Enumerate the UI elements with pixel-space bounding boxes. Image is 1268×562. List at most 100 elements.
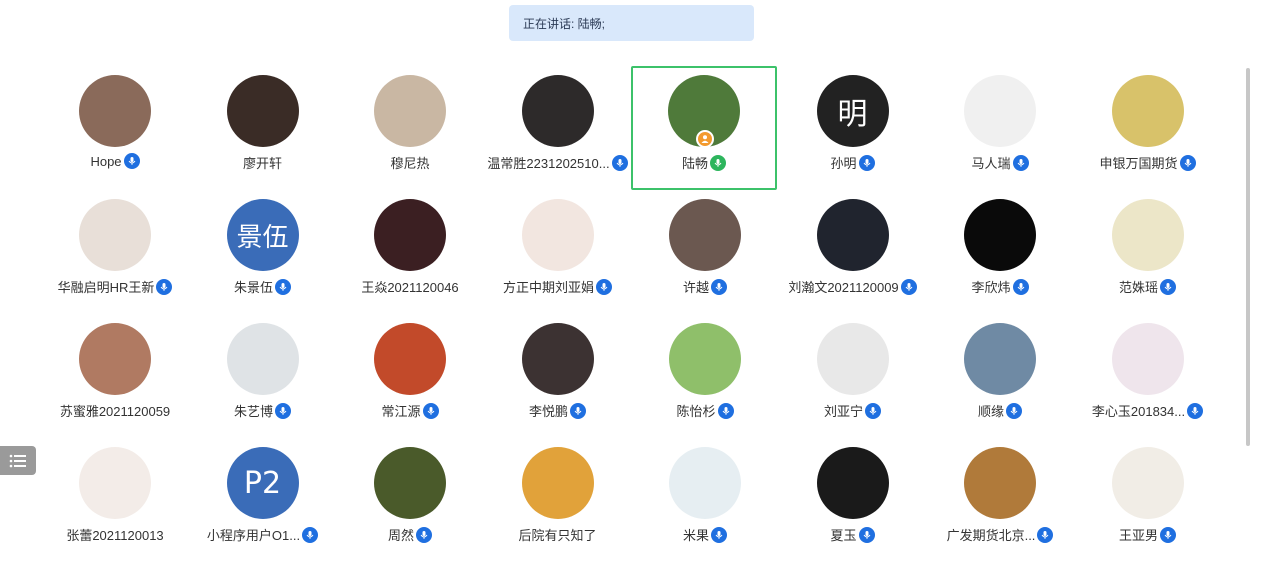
participant-name: 小程序用户O1... <box>206 528 301 543</box>
microphone-icon[interactable] <box>422 402 439 419</box>
participant-tile[interactable]: 张蕾2021120013 <box>42 438 188 562</box>
microphone-icon[interactable] <box>275 402 291 419</box>
speaking-text: 正在讲话: 陆畅; <box>523 16 606 31</box>
participant-tile[interactable]: 李心玉201834... <box>1075 314 1221 438</box>
participant-avatar <box>226 75 299 147</box>
microphone-icon[interactable] <box>1187 402 1204 419</box>
participant-avatar: 景伍 <box>226 199 299 271</box>
participant-name: 苏蜜雅2021120059 <box>59 404 171 419</box>
participant-tile[interactable]: P2 小程序用户O1... <box>190 438 336 562</box>
microphone-icon[interactable] <box>1037 526 1054 543</box>
participant-tile[interactable]: 华融启明HR王新 <box>42 190 188 314</box>
microphone-icon[interactable] <box>858 526 875 543</box>
participant-tile[interactable]: 周然 <box>337 438 483 562</box>
microphone-icon[interactable] <box>858 154 875 171</box>
participant-tile[interactable]: 穆尼热 <box>337 66 483 190</box>
participant-name: 夏玉 <box>830 528 857 543</box>
microphone-icon[interactable] <box>1160 526 1176 543</box>
participant-avatar <box>521 323 594 395</box>
participant-name-row: 申银万国期货 <box>1099 153 1196 172</box>
participant-tile[interactable]: 景伍 朱景伍 <box>190 190 336 314</box>
participant-name: 马人瑞 <box>971 156 1011 171</box>
participant-tile[interactable]: 温常胜2231202510... <box>485 66 631 190</box>
participant-tile[interactable]: 方正中期刘亚娟 <box>485 190 631 314</box>
microphone-icon[interactable] <box>596 278 612 295</box>
participant-tile[interactable]: 常江源 <box>337 314 483 438</box>
participant-tile[interactable]: 广发期货北京... <box>927 438 1073 562</box>
participant-tile[interactable]: 米果 <box>632 438 778 562</box>
participant-avatar <box>816 447 889 519</box>
microphone-icon[interactable] <box>1160 278 1176 295</box>
microphone-icon[interactable] <box>416 526 432 543</box>
participant-name-row: 李心玉201834... <box>1091 401 1204 420</box>
participant-name: 李心玉201834... <box>1091 404 1186 419</box>
participant-name-row: 方正中期刘亚娟 <box>503 277 612 296</box>
participant-name-row: 范姝瑶 <box>1119 277 1176 296</box>
participant-name: 方正中期刘亚娟 <box>502 280 594 295</box>
microphone-icon[interactable] <box>123 153 140 169</box>
participant-name-row: 李悦鹏 <box>529 401 586 420</box>
participant-tile[interactable]: 苏蜜雅2021120059 <box>42 314 188 438</box>
participant-tile[interactable]: 顺缘 <box>927 314 1073 438</box>
participant-name: 李欣炜 <box>971 280 1011 295</box>
participant-tile[interactable]: 刘瀚文2021120009 <box>780 190 926 314</box>
participant-tile[interactable]: 许越 <box>632 190 778 314</box>
participant-name: 许越 <box>682 280 709 295</box>
participant-name-row: 王亚男 <box>1119 525 1176 544</box>
participant-avatar <box>1111 75 1184 147</box>
participant-name-row: 夏玉 <box>830 525 875 544</box>
avatar-text: P2 <box>243 465 282 501</box>
participant-name-row: 刘亚宁 <box>824 401 881 420</box>
participant-tile[interactable]: 后院有只知了 <box>485 438 631 562</box>
participant-tile[interactable]: 朱艺博 <box>190 314 336 438</box>
participant-avatar <box>669 447 741 519</box>
participant-name-row: 李欣炜 <box>971 277 1029 296</box>
microphone-icon[interactable] <box>1012 278 1029 295</box>
microphone-icon[interactable] <box>900 278 917 295</box>
participant-name: 李悦鹏 <box>528 404 568 419</box>
participant-avatar <box>374 75 446 147</box>
participant-tile[interactable]: 范姝瑶 <box>1075 190 1221 314</box>
microphone-icon[interactable] <box>710 154 726 171</box>
microphone-icon[interactable] <box>156 278 173 295</box>
participant-name-row: 朱景伍 <box>234 277 291 296</box>
participant-avatar <box>1111 199 1184 271</box>
microphone-icon[interactable] <box>611 154 628 171</box>
microphone-icon[interactable] <box>1006 402 1022 419</box>
microphone-icon[interactable] <box>570 402 586 419</box>
participant-name-row: 刘瀚文2021120009 <box>788 277 917 296</box>
host-badge-person-icon <box>696 130 714 148</box>
participant-tile[interactable]: Hope <box>42 66 188 190</box>
microphone-icon[interactable] <box>1179 154 1196 171</box>
participant-avatar <box>816 199 889 271</box>
participant-tile[interactable]: 申银万国期货 <box>1075 66 1221 190</box>
participant-tile[interactable]: 马人瑞 <box>927 66 1073 190</box>
participant-tile[interactable]: 廖开轩 <box>190 66 336 190</box>
scrollbar[interactable] <box>1246 68 1250 446</box>
participant-name-row: 廖开轩 <box>243 153 282 172</box>
participant-name: 顺缘 <box>977 404 1004 419</box>
microphone-icon[interactable] <box>717 402 734 419</box>
participant-tile[interactable]: 王焱2021120046 <box>337 190 483 314</box>
participant-tile[interactable]: 陈怡杉 <box>632 314 778 438</box>
side-menu-button[interactable] <box>0 446 36 475</box>
participant-tile[interactable]: 夏玉 <box>780 438 926 562</box>
participant-tile[interactable]: 明孙明 <box>780 66 926 190</box>
participant-tile[interactable]: 李欣炜 <box>927 190 1073 314</box>
microphone-icon[interactable] <box>711 278 727 295</box>
microphone-icon[interactable] <box>711 526 727 543</box>
participant-tile[interactable]: 陆畅 <box>631 66 777 190</box>
microphone-icon[interactable] <box>275 278 291 295</box>
microphone-icon[interactable] <box>302 526 319 543</box>
participant-avatar <box>964 323 1036 395</box>
microphone-icon[interactable] <box>1012 154 1029 171</box>
microphone-icon[interactable] <box>865 402 881 419</box>
participant-name-row: 米果 <box>683 525 727 544</box>
participant-tile[interactable]: 刘亚宁 <box>780 314 926 438</box>
participant-name-row: 周然 <box>388 525 432 544</box>
participant-name-row: 华融启明HR王新 <box>58 277 173 296</box>
participant-avatar <box>374 447 446 519</box>
participant-tile[interactable]: 李悦鹏 <box>485 314 631 438</box>
avatar-text: 明 <box>837 97 868 132</box>
participant-tile[interactable]: 王亚男 <box>1075 438 1221 562</box>
